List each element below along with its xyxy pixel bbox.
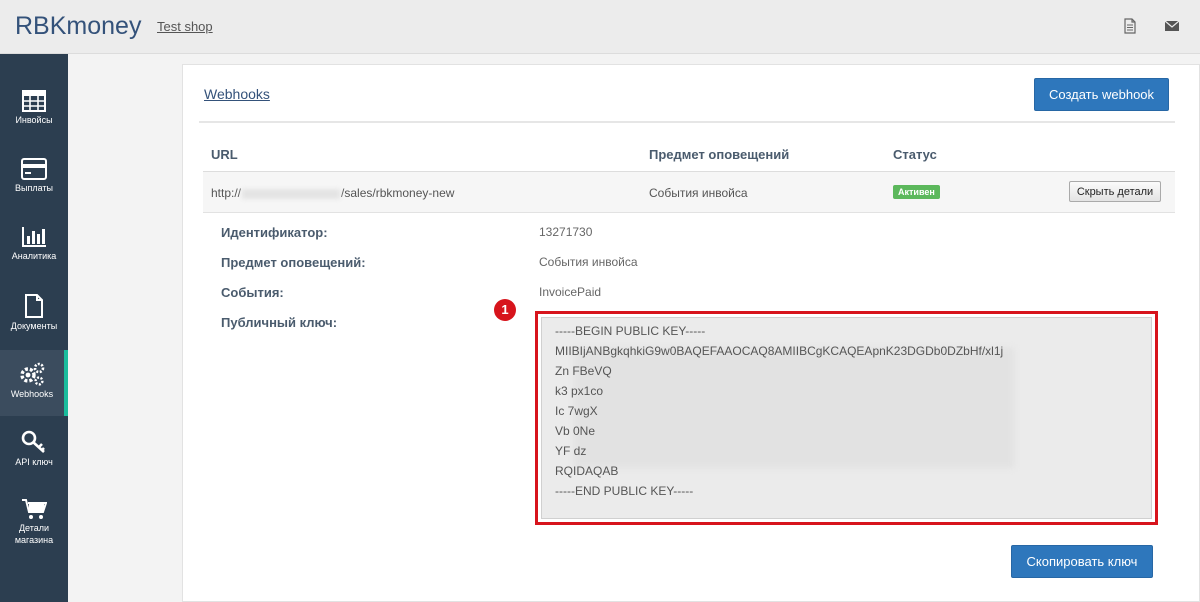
column-header-subject: Предмет оповещений xyxy=(649,147,790,162)
sidebar-item-payouts[interactable]: Выплаты xyxy=(0,146,68,212)
sidebar-item-label: API ключ xyxy=(15,457,53,467)
sidebar-item-shop-details[interactable]: Детали магазина xyxy=(0,486,68,566)
highlight-frame: -----BEGIN PUBLIC KEY----- MIIBIjANBgkqh… xyxy=(535,311,1158,525)
column-header-status: Статус xyxy=(893,147,937,162)
key-line: RQIDAQAB xyxy=(555,464,619,478)
sidebar-item-webhooks[interactable]: Webhooks xyxy=(0,350,68,416)
key-line: Vb 0Ne xyxy=(555,424,596,438)
webhooks-panel: Webhooks Создать webhook URL Предмет опо… xyxy=(182,64,1200,602)
detail-value-id: 13271730 xyxy=(539,225,593,239)
sidebar-item-documents[interactable]: Документы xyxy=(0,282,68,348)
key-line: k3 px1co xyxy=(555,384,604,398)
bar-chart-icon xyxy=(22,227,46,247)
credit-card-icon xyxy=(21,158,47,180)
detail-label-subject: Предмет оповещений: xyxy=(221,255,366,270)
sidebar-item-label: Webhooks xyxy=(10,389,54,399)
divider xyxy=(199,121,1175,123)
page-title[interactable]: Webhooks xyxy=(204,86,270,102)
webhook-subject: События инвойса xyxy=(649,186,748,200)
column-header-url: URL xyxy=(211,147,238,162)
key-line: -----END PUBLIC KEY----- xyxy=(555,484,694,498)
public-key-textarea[interactable]: -----BEGIN PUBLIC KEY----- MIIBIjANBgkqh… xyxy=(541,317,1152,519)
create-webhook-button[interactable]: Создать webhook xyxy=(1034,78,1169,111)
detail-value-events: InvoicePaid xyxy=(539,285,602,299)
hide-details-button[interactable]: Скрыть детали xyxy=(1069,181,1161,202)
detail-value-subject: События инвойса xyxy=(539,255,638,269)
sidebar-item-label: Инвойсы xyxy=(15,115,53,125)
key-icon xyxy=(21,430,45,453)
sidebar-item-label: Детали магазина xyxy=(14,523,54,545)
redacted-key xyxy=(574,348,1014,468)
detail-label-events: События: xyxy=(221,285,284,300)
brand-logo[interactable]: RBKmoney xyxy=(15,12,141,41)
key-line: -----BEGIN PUBLIC KEY----- xyxy=(555,324,706,338)
key-line: Zn FBeVQ xyxy=(555,364,612,378)
sidebar: Инвойсы Выплаты Аналитика Документы Webh… xyxy=(0,54,68,602)
webhook-url: http:// /sales/rbkmoney-new xyxy=(211,186,454,200)
url-suffix: /sales/rbkmoney-new xyxy=(341,186,455,200)
sidebar-item-label: Выплаты xyxy=(15,183,53,193)
sidebar-item-analytics[interactable]: Аналитика xyxy=(0,214,68,280)
sidebar-item-label: Документы xyxy=(10,321,58,331)
key-line: Ic 7wgX xyxy=(555,404,598,418)
gears-icon xyxy=(20,362,45,386)
document-icon[interactable] xyxy=(1122,18,1138,34)
key-line: YF dz xyxy=(555,444,587,458)
sidebar-item-label: Аналитика xyxy=(11,251,57,261)
grid-icon xyxy=(22,90,46,112)
cart-icon xyxy=(22,499,47,519)
key-line: MIIBIjANBgkqhkiG9w0BAQEFAAOCAQ8AMIIBCgKC… xyxy=(555,344,1004,358)
shop-link[interactable]: Test shop xyxy=(157,19,213,34)
top-bar: RBKmoney Test shop xyxy=(0,0,1200,54)
status-badge: Активен xyxy=(893,185,940,199)
redacted-domain xyxy=(242,188,341,199)
mail-icon[interactable] xyxy=(1164,18,1180,34)
file-icon xyxy=(25,294,43,318)
url-prefix: http:// xyxy=(211,186,242,200)
sidebar-item-invoices[interactable]: Инвойсы xyxy=(0,78,68,144)
detail-label-public-key: Публичный ключ: xyxy=(221,315,338,330)
detail-label-id: Идентификатор: xyxy=(221,225,328,240)
sidebar-item-api-key[interactable]: API ключ xyxy=(0,418,68,484)
copy-key-button[interactable]: Скопировать ключ xyxy=(1011,545,1153,578)
annotation-marker: 1 xyxy=(494,299,516,321)
